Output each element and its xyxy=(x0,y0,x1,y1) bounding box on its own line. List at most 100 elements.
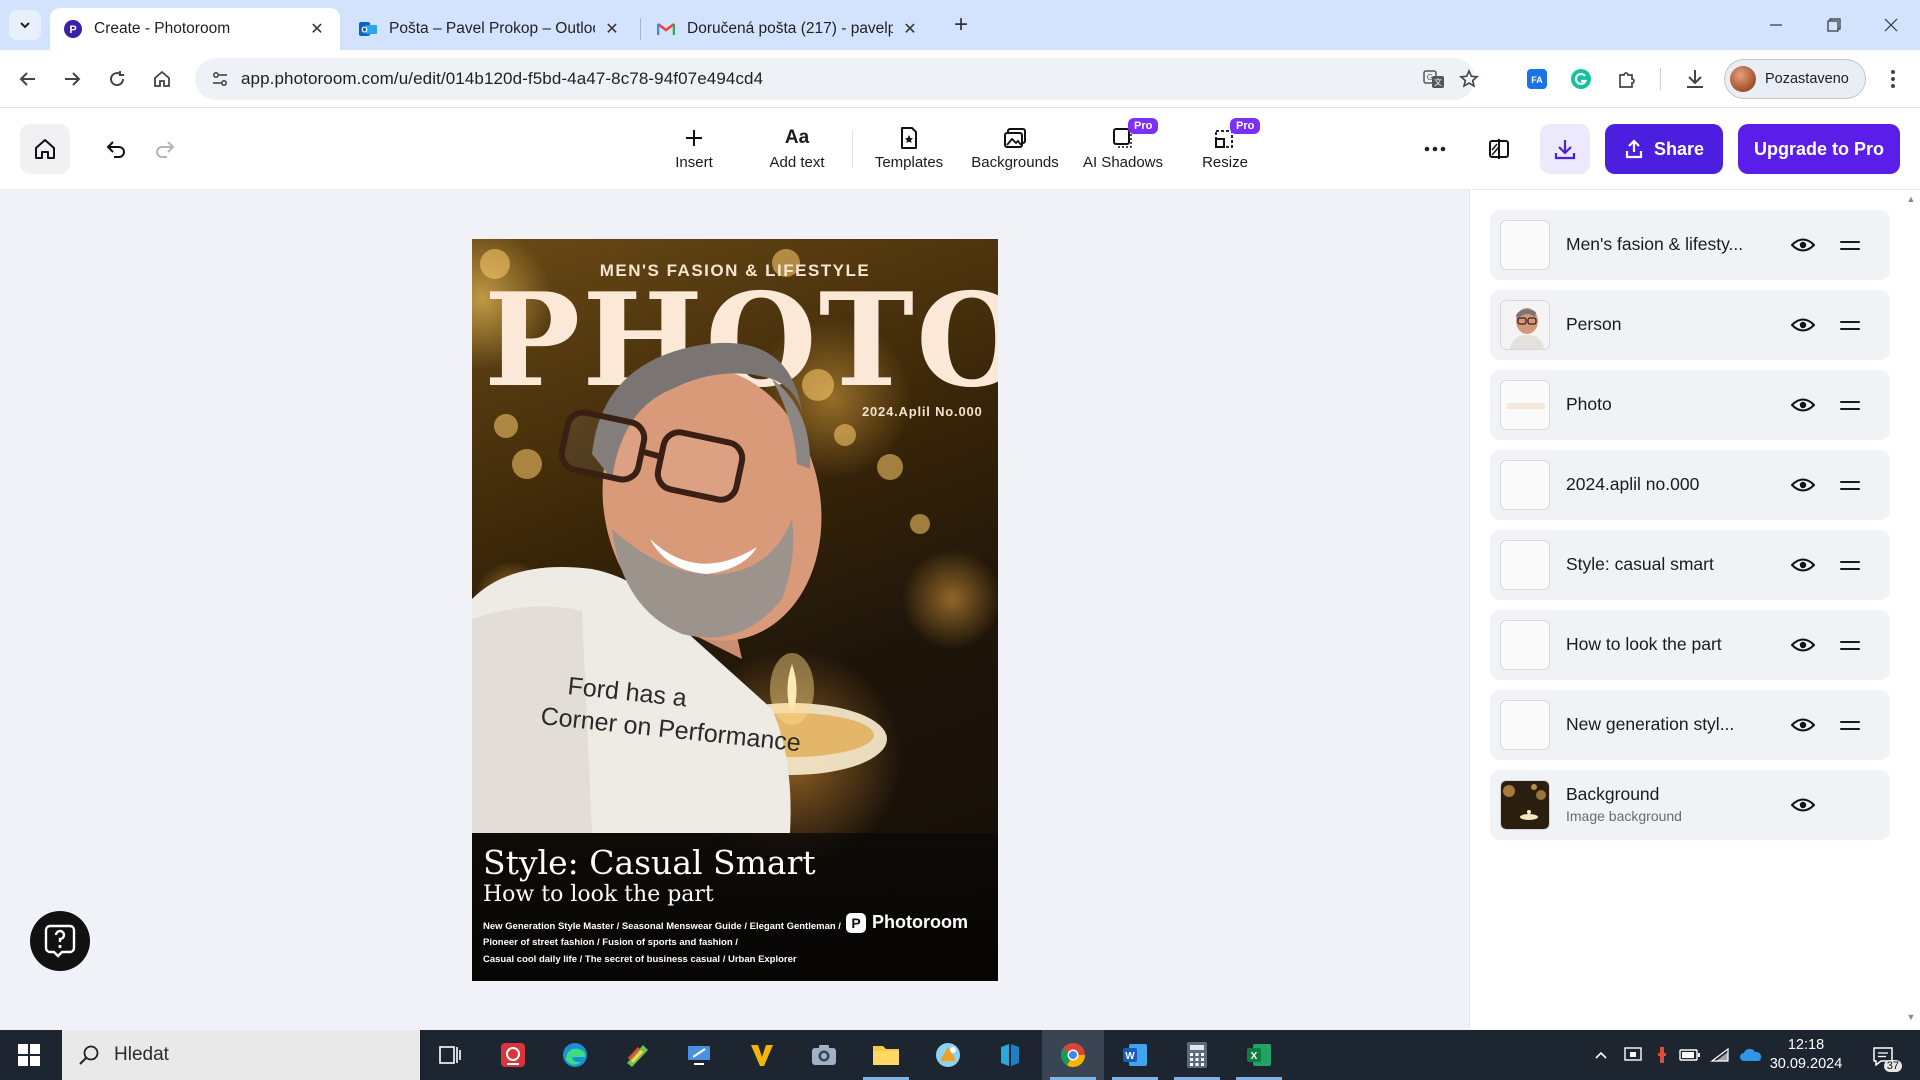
drag-handle-icon[interactable] xyxy=(1840,396,1860,414)
layer-item[interactable]: New generation styl... xyxy=(1490,690,1890,760)
notification-center-button[interactable]: 37 xyxy=(1868,1042,1902,1072)
poster-headline[interactable]: Style: Casual Smart xyxy=(483,843,816,882)
site-info-icon[interactable] xyxy=(205,64,235,94)
tab-close-icon[interactable]: ✕ xyxy=(308,20,326,38)
window-close-button[interactable] xyxy=(1862,0,1920,50)
layer-item[interactable]: Men's fasion & lifesty... xyxy=(1490,210,1890,280)
excel-app-icon[interactable]: X xyxy=(1228,1030,1290,1080)
poster-tagline-3[interactable]: Casual cool daily life / The secret of b… xyxy=(483,954,797,965)
drag-handle-icon[interactable] xyxy=(1840,716,1860,734)
templates-tool[interactable]: Templates xyxy=(872,124,946,176)
reload-button[interactable] xyxy=(101,63,133,95)
window-restore-button[interactable] xyxy=(1805,0,1863,50)
extensions-puzzle-icon[interactable] xyxy=(1612,64,1642,94)
layer-item[interactable]: 2024.aplil no.000 xyxy=(1490,450,1890,520)
taskbar-clock[interactable]: 12:18 30.09.2024 xyxy=(1766,1036,1846,1074)
eye-icon[interactable] xyxy=(1790,233,1816,257)
help-button[interactable] xyxy=(30,911,90,971)
layer-item[interactable]: Style: casual smart xyxy=(1490,530,1890,600)
compare-button[interactable] xyxy=(1482,132,1516,166)
poster-tagline-1[interactable]: New Generation Style Master / Seasonal M… xyxy=(483,921,841,932)
translate-icon[interactable]: 文G xyxy=(1420,65,1448,93)
download-button[interactable] xyxy=(1540,124,1590,174)
layer-thumbnail xyxy=(1500,540,1550,590)
forward-button[interactable] xyxy=(56,63,88,95)
vivaldi-like-app-icon[interactable] xyxy=(731,1030,793,1080)
camera-app-icon[interactable] xyxy=(793,1030,855,1080)
store-like-app-icon[interactable] xyxy=(979,1030,1041,1080)
paint-app-icon[interactable] xyxy=(606,1030,668,1080)
window-minimize-button[interactable] xyxy=(1747,0,1805,50)
bookmark-star-icon[interactable] xyxy=(1455,65,1483,93)
poster-tagline-2[interactable]: Pioneer of street fashion / Fusion of sp… xyxy=(483,937,738,948)
photo-editor-app-icon[interactable] xyxy=(917,1030,979,1080)
layer-item[interactable]: Background Image background xyxy=(1490,770,1890,840)
poster-subhead[interactable]: How to look the part xyxy=(483,882,714,907)
remote-desktop-icon[interactable] xyxy=(668,1030,730,1080)
share-button[interactable]: Share xyxy=(1605,124,1723,174)
layer-item[interactable]: Photo xyxy=(1490,370,1890,440)
redo-button[interactable] xyxy=(147,131,183,167)
more-options-button[interactable] xyxy=(1418,132,1452,166)
file-explorer-icon[interactable] xyxy=(855,1030,917,1080)
drag-handle-icon[interactable] xyxy=(1840,476,1860,494)
tray-network-monitor-icon[interactable] xyxy=(1620,1030,1648,1080)
tab-close-icon[interactable]: ✕ xyxy=(603,20,621,38)
eye-icon[interactable] xyxy=(1790,793,1816,817)
tab-photoroom[interactable]: P Create - Photoroom ✕ xyxy=(50,8,340,50)
back-button[interactable] xyxy=(12,63,44,95)
browser-menu-icon[interactable] xyxy=(1878,64,1908,94)
chevron-down-icon xyxy=(20,22,30,29)
layer-item[interactable]: How to look the part xyxy=(1490,610,1890,680)
layer-name: Men's fasion & lifesty... xyxy=(1566,234,1744,254)
word-app-icon[interactable]: W xyxy=(1104,1030,1166,1080)
scroll-down-arrow-icon[interactable]: ▼ xyxy=(1905,1012,1917,1024)
add-text-tool[interactable]: Aa Add text xyxy=(762,124,832,176)
eye-icon[interactable] xyxy=(1790,713,1816,737)
layer-item[interactable]: Person xyxy=(1490,290,1890,360)
tab-search-button[interactable] xyxy=(9,10,41,40)
tray-app-red-icon[interactable] xyxy=(1650,1030,1674,1080)
tab-outlook[interactable]: O Pošta – Pavel Prokop – Outlook ✕ xyxy=(345,8,635,50)
chrome-browser-icon[interactable] xyxy=(1042,1030,1104,1080)
taskbar-search[interactable]: Hledat xyxy=(62,1030,420,1080)
downloads-icon[interactable] xyxy=(1680,64,1710,94)
wifi-icon[interactable] xyxy=(1706,1030,1734,1080)
eye-icon[interactable] xyxy=(1790,393,1816,417)
ai-shadows-tool[interactable]: Pro AI Shadows xyxy=(1082,118,1164,176)
backgrounds-tool[interactable]: Backgrounds xyxy=(970,124,1060,176)
insert-tool[interactable]: Insert xyxy=(666,124,722,176)
edge-browser-icon[interactable] xyxy=(544,1030,606,1080)
home-button[interactable] xyxy=(20,124,70,174)
layer-name: Photo xyxy=(1566,394,1612,414)
grammarly-extension-icon[interactable] xyxy=(1566,64,1596,94)
battery-icon[interactable] xyxy=(1676,1030,1704,1080)
tray-overflow-chevron-icon[interactable] xyxy=(1588,1030,1614,1080)
home-page-button[interactable] xyxy=(146,63,178,95)
drag-handle-icon[interactable] xyxy=(1840,316,1860,334)
eye-icon[interactable] xyxy=(1790,313,1816,337)
resize-tool[interactable]: Pro Resize xyxy=(1198,118,1261,176)
omnibox[interactable]: app.photoroom.com/u/edit/014b120d-f5bd-4… xyxy=(195,58,1479,100)
onedrive-cloud-icon[interactable] xyxy=(1736,1030,1766,1080)
eye-icon[interactable] xyxy=(1790,553,1816,577)
eye-icon[interactable] xyxy=(1790,633,1816,657)
drag-handle-icon[interactable] xyxy=(1840,556,1860,574)
profile-button[interactable]: Pozastaveno xyxy=(1724,59,1866,99)
task-view-icon[interactable] xyxy=(419,1030,481,1080)
editor-canvas[interactable]: MEN'S FASION & LIFESTYLE PHOTO 2024.Apli… xyxy=(0,190,1469,1030)
start-button[interactable] xyxy=(0,1030,58,1080)
extension-fa-icon[interactable]: FA xyxy=(1522,64,1552,94)
poster-artboard[interactable]: MEN'S FASION & LIFESTYLE PHOTO 2024.Apli… xyxy=(472,239,998,981)
undo-button[interactable] xyxy=(98,131,134,167)
new-tab-button[interactable]: + xyxy=(948,11,974,38)
tab-gmail[interactable]: Doručená pošta (217) - pavelpr ✕ xyxy=(643,8,933,50)
drag-handle-icon[interactable] xyxy=(1840,236,1860,254)
scroll-up-arrow-icon[interactable]: ▲ xyxy=(1905,194,1917,206)
eye-icon[interactable] xyxy=(1790,473,1816,497)
upgrade-to-pro-button[interactable]: Upgrade to Pro xyxy=(1738,124,1900,174)
calculator-app-icon[interactable] xyxy=(1166,1030,1228,1080)
tab-close-icon[interactable]: ✕ xyxy=(901,20,919,38)
screen-recorder-app-icon[interactable] xyxy=(482,1030,544,1080)
drag-handle-icon[interactable] xyxy=(1840,636,1860,654)
